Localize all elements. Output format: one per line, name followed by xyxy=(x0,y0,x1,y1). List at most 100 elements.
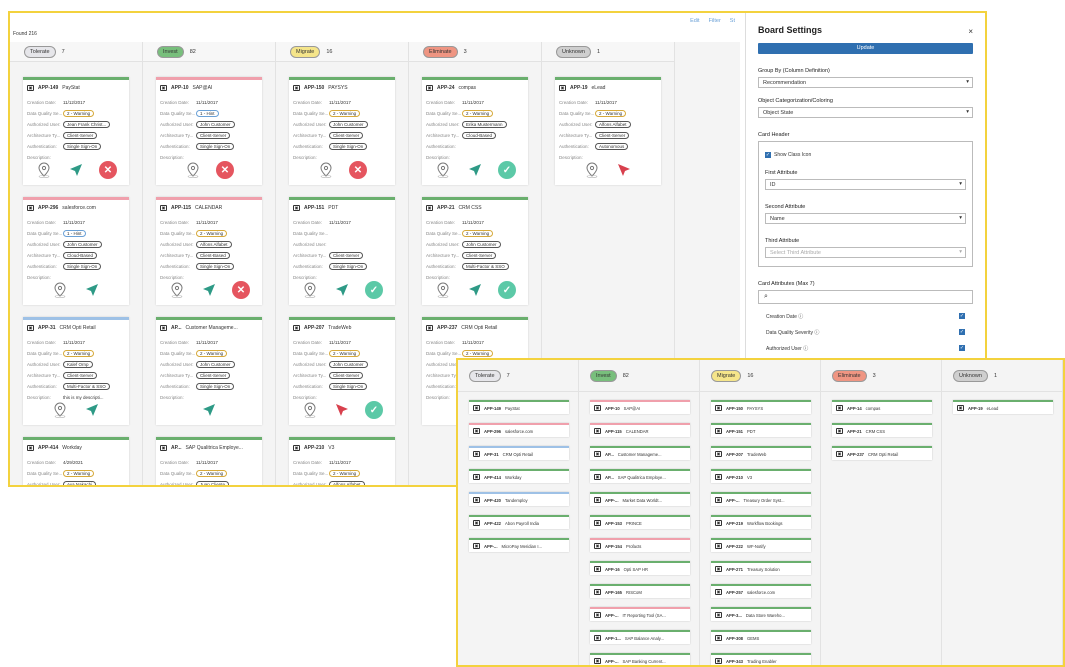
app-card[interactable]: ▣ APP-19 eLead Creation Date: 11/11/2017 Data… xyxy=(555,77,661,185)
compact-card[interactable]: ▣ APP-343 Trading Enabler xyxy=(711,653,811,665)
compact-card[interactable]: ▣ AP... Customer Manageme... xyxy=(590,446,690,460)
eliminate-icon[interactable]: ✕ xyxy=(99,161,117,179)
navigate-arrow-icon[interactable] xyxy=(466,161,484,179)
app-card[interactable]: ▣ APP-414 Workday Creation Date: 4/29/2021 Da… xyxy=(23,437,129,485)
compact-card[interactable]: ▣ APP-31 CRM Opti Retail xyxy=(469,446,569,460)
column-pill[interactable]: Migrate xyxy=(711,369,742,382)
app-card[interactable]: ▣ APP-10 SAP@AI Creation Date: 11/11/2017 Dat… xyxy=(156,77,262,185)
navigate-arrow-icon[interactable] xyxy=(200,401,218,419)
compact-card[interactable]: ▣ APP-115 CALENDAR xyxy=(590,423,690,437)
map-pin-icon[interactable] xyxy=(301,401,319,419)
eliminate-icon[interactable]: ✕ xyxy=(216,161,234,179)
app-card[interactable]: ▣ APP-21 CRM CSS Creation Date: 11/11/2017 Da… xyxy=(422,197,528,305)
compact-card[interactable]: ▣ APP-257 salesforce.com xyxy=(711,584,811,598)
filter-button[interactable]: Filter xyxy=(709,18,721,24)
column-pill[interactable]: Eliminate xyxy=(423,45,458,58)
app-card[interactable]: ▣ APP-115 CALENDAR Creation Date: 11/11/2017… xyxy=(156,197,262,305)
compact-card[interactable]: ▣ APP-... Treasury Order Syst... xyxy=(711,492,811,506)
compact-card[interactable]: ▣ APP-... MicroPay Meridian I... xyxy=(469,538,569,552)
approve-icon[interactable]: ✓ xyxy=(365,401,383,419)
column-pill[interactable]: Tolerate xyxy=(24,45,56,58)
app-card[interactable]: ▣ AP... SAP Qualitrica Employe... Creation … xyxy=(156,437,262,485)
compact-card[interactable]: ▣ APP-207 TradeWeb xyxy=(711,446,811,460)
compact-card[interactable]: ▣ APP-165 RISCoM xyxy=(590,584,690,598)
navigate-arrow-icon[interactable] xyxy=(466,281,484,299)
navigate-arrow-icon[interactable] xyxy=(200,281,218,299)
navigate-arrow-red-icon[interactable] xyxy=(333,401,351,419)
compact-card[interactable]: ▣ APP-14 compas xyxy=(832,400,932,414)
app-card[interactable]: ▣ APP-149 PayStat Creation Date: 11/12/2017 D… xyxy=(23,77,129,185)
navigate-arrow-red-icon[interactable] xyxy=(615,161,633,179)
column-pill[interactable]: Unknown xyxy=(953,369,988,382)
first-attr-select[interactable]: ID xyxy=(765,179,966,190)
column-pill[interactable]: Tolerate xyxy=(469,369,501,382)
app-card[interactable]: ▣ APP-210 V3 Creation Date: 11/11/2017 Data Q… xyxy=(289,437,395,485)
column-pill[interactable]: Eliminate xyxy=(832,369,867,382)
compact-card[interactable]: ▣ APP-296 salesforce.com xyxy=(469,423,569,437)
card-attr-item[interactable]: Data Quality Severity ⓘ ✓ xyxy=(758,329,973,336)
card-attr-item[interactable]: Creation Date ⓘ ✓ xyxy=(758,313,973,320)
compact-card[interactable]: ▣ APP-153 PRINCE xyxy=(590,515,690,529)
eliminate-icon[interactable]: ✕ xyxy=(349,161,367,179)
close-icon[interactable]: × xyxy=(968,27,973,36)
approve-icon[interactable]: ✓ xyxy=(365,281,383,299)
compact-card[interactable]: ▣ APP-... SAP Banking Current... xyxy=(590,653,690,665)
search-input[interactable]: ⌕ xyxy=(758,290,973,304)
column-pill[interactable]: Invest xyxy=(157,45,184,58)
app-card[interactable]: ▣ APP-24 compas Creation Date: 11/11/2017 Dat… xyxy=(422,77,528,185)
compact-card[interactable]: ▣ AP... SAP Qualitrica Employe... xyxy=(590,469,690,483)
update-button[interactable]: Update xyxy=(758,43,973,54)
compact-card[interactable]: ▣ APP-154 Profacts xyxy=(590,538,690,552)
navigate-arrow-icon[interactable] xyxy=(83,281,101,299)
card-attr-item[interactable]: Authorized User ⓘ ✓ xyxy=(758,345,973,352)
map-pin-icon[interactable] xyxy=(184,161,202,179)
approve-icon[interactable]: ✓ xyxy=(498,161,516,179)
approve-icon[interactable]: ✓ xyxy=(498,281,516,299)
compact-card[interactable]: ▣ APP-... Market Data Worldt... xyxy=(590,492,690,506)
compact-card[interactable]: ▣ APP-308 GEMS xyxy=(711,630,811,644)
column-pill[interactable]: Migrate xyxy=(290,45,321,58)
compact-card[interactable]: ▣ APP-... IT Reporting Tool (SA... xyxy=(590,607,690,621)
show-class-icon-checkbox[interactable]: ✓ Show Class Icon xyxy=(765,152,966,158)
column-pill[interactable]: Invest xyxy=(590,369,617,382)
settings-button[interactable]: St xyxy=(730,18,735,24)
column-pill[interactable]: Unknown xyxy=(556,45,591,58)
compact-card[interactable]: ▣ APP-414 Workday xyxy=(469,469,569,483)
compact-card[interactable]: ▣ APP-219 Workflow Bookings xyxy=(711,515,811,529)
app-card[interactable]: ▣ APP-151 PDT Creation Date: 11/11/2017 Data … xyxy=(289,197,395,305)
compact-card[interactable]: ▣ APP-10 SAP@AI xyxy=(590,400,690,414)
app-card[interactable]: ▣ APP-150 PAYSYS Creation Date: 11/11/2017 Da… xyxy=(289,77,395,185)
edit-button[interactable]: Edit xyxy=(690,18,699,24)
second-attr-select[interactable]: Name xyxy=(765,213,966,224)
compact-card[interactable]: ▣ APP-422 Abon Payroll India xyxy=(469,515,569,529)
compact-card[interactable]: ▣ APP-19 eLead xyxy=(953,400,1053,414)
third-attr-select[interactable]: Select Third Attribute xyxy=(765,247,966,258)
map-pin-icon[interactable] xyxy=(434,281,452,299)
map-pin-icon[interactable] xyxy=(434,161,452,179)
app-card[interactable]: ▣ APP-207 TradeWeb Creation Date: 11/11/2017… xyxy=(289,317,395,425)
compact-card[interactable]: ▣ APP-150 PAYSYS xyxy=(711,400,811,414)
map-pin-icon[interactable] xyxy=(168,281,186,299)
compact-card[interactable]: ▣ APP-271 Treasury Solution xyxy=(711,561,811,575)
navigate-arrow-icon[interactable] xyxy=(333,281,351,299)
compact-card[interactable]: ▣ APP-151 PDT xyxy=(711,423,811,437)
compact-card[interactable]: ▣ APP-210 V3 xyxy=(711,469,811,483)
compact-card[interactable]: ▣ APP-149 PayStat xyxy=(469,400,569,414)
map-pin-icon[interactable] xyxy=(35,161,53,179)
navigate-arrow-icon[interactable] xyxy=(83,401,101,419)
compact-card[interactable]: ▣ APP-420 Tandemploy xyxy=(469,492,569,506)
coloring-select[interactable]: Object State xyxy=(758,107,973,118)
eliminate-icon[interactable]: ✕ xyxy=(232,281,250,299)
compact-card[interactable]: ▣ APP-21 CRM CSS xyxy=(832,423,932,437)
map-pin-icon[interactable] xyxy=(301,281,319,299)
map-pin-icon[interactable] xyxy=(51,401,69,419)
navigate-arrow-icon[interactable] xyxy=(67,161,85,179)
compact-card[interactable]: ▣ APP-222 WF-Notify xyxy=(711,538,811,552)
map-pin-icon[interactable] xyxy=(317,161,335,179)
compact-card[interactable]: ▣ APP-1... SAP Balance Analy... xyxy=(590,630,690,644)
compact-card[interactable]: ▣ APP-237 CRM Opti Retail xyxy=(832,446,932,460)
map-pin-icon[interactable] xyxy=(51,281,69,299)
map-pin-icon[interactable] xyxy=(583,161,601,179)
app-card[interactable]: ▣ APP-31 CRM Opti Retail Creation Date: 11/1… xyxy=(23,317,129,425)
compact-card[interactable]: ▣ APP-16 Opti SAP HR xyxy=(590,561,690,575)
